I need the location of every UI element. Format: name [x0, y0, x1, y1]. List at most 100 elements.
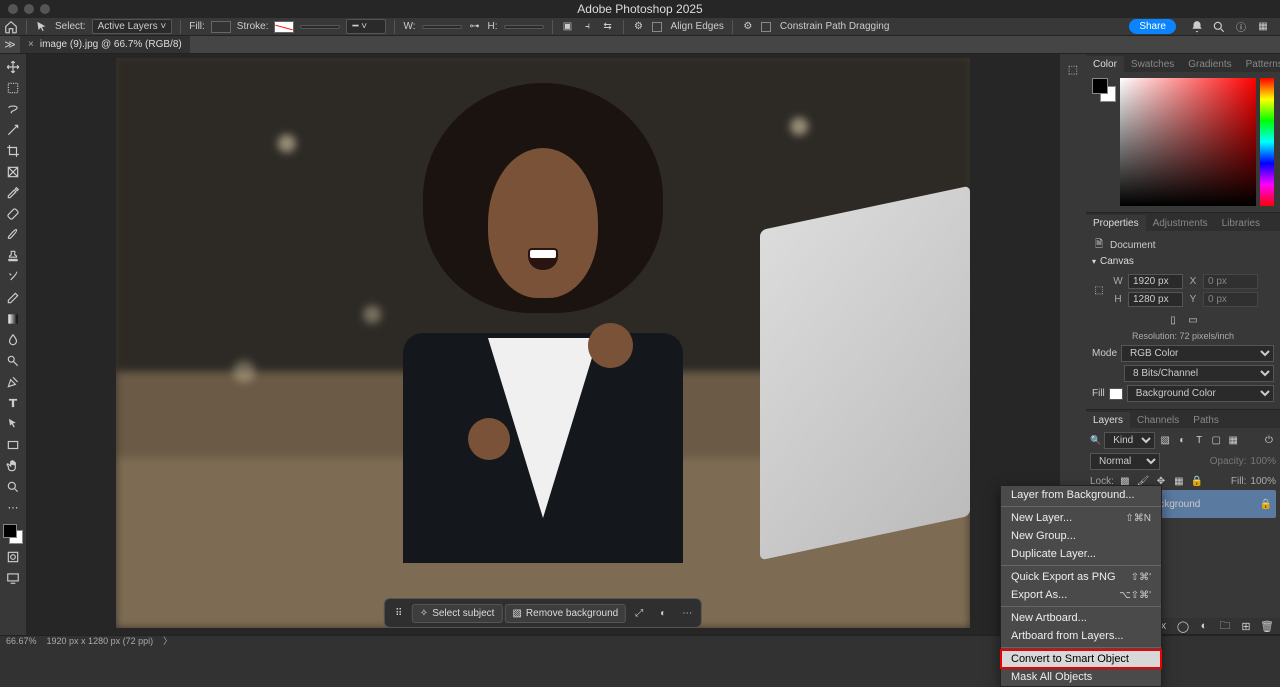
canvas-w-input[interactable] — [1128, 274, 1183, 289]
fill-pct-value[interactable]: 100% — [1250, 476, 1276, 487]
menu-item[interactable]: Mask All Objects — [1001, 668, 1161, 686]
tab-channels[interactable]: Channels — [1130, 412, 1186, 428]
stamp-tool-icon[interactable] — [2, 247, 24, 264]
tab-color[interactable]: Color — [1086, 56, 1124, 72]
layer-lock-icon[interactable]: 🔒 — [1259, 497, 1273, 511]
stroke-width[interactable] — [300, 25, 340, 29]
link-wh-icon[interactable]: ⊶ — [468, 20, 482, 34]
blend-mode-select[interactable]: Normal — [1090, 453, 1160, 470]
more-tools-icon[interactable]: ⋯ — [2, 499, 24, 516]
orientation-icon[interactable]: ⬚ — [1092, 284, 1106, 298]
tab-libraries[interactable]: Libraries — [1215, 215, 1267, 231]
tab-gradients[interactable]: Gradients — [1181, 56, 1238, 72]
eyedropper-tool-icon[interactable] — [2, 184, 24, 201]
healing-tool-icon[interactable] — [2, 205, 24, 222]
filter-pixel-icon[interactable]: ▧ — [1158, 434, 1172, 448]
h-input[interactable] — [504, 25, 544, 29]
gradient-tool-icon[interactable] — [2, 310, 24, 327]
layer-filter-kind[interactable]: Kind — [1104, 432, 1155, 449]
rectangle-tool-icon[interactable] — [2, 436, 24, 453]
doc-tab-toggle[interactable]: ≫ — [0, 38, 20, 51]
hand-tool-icon[interactable] — [2, 457, 24, 474]
menu-item[interactable]: Quick Export as PNG⇧⌘' — [1001, 568, 1161, 586]
menu-item[interactable]: New Artboard... — [1001, 609, 1161, 627]
workspace-icon[interactable]: ▦ — [1256, 20, 1270, 34]
menu-item[interactable]: Layer from Background... — [1001, 486, 1161, 504]
help-icon[interactable]: ⓘ — [1234, 20, 1248, 34]
crop-tool-icon[interactable] — [2, 142, 24, 159]
search-icon[interactable] — [1212, 20, 1226, 34]
canvas-section-header[interactable]: Canvas — [1092, 256, 1274, 267]
menu-item[interactable]: Export As...⌥⇧⌘' — [1001, 586, 1161, 604]
new-layer-icon[interactable]: ⊞ — [1239, 619, 1253, 633]
stroke-swatch[interactable] — [274, 21, 294, 33]
tab-patterns[interactable]: Patterns — [1239, 56, 1280, 72]
color-saturation-field[interactable] — [1120, 78, 1256, 206]
gear-icon-2[interactable]: ⚙ — [741, 20, 755, 34]
quickmask-icon[interactable] — [2, 548, 24, 565]
menu-item[interactable]: New Layer...⇧⌘N — [1001, 509, 1161, 527]
filter-shape-icon[interactable]: ▢ — [1209, 434, 1223, 448]
close-tab-icon[interactable]: × — [28, 39, 34, 50]
constrain-checkbox[interactable] — [761, 22, 771, 32]
remove-background-button[interactable]: ▧Remove background — [504, 604, 626, 623]
filter-smart-icon[interactable]: ▦ — [1226, 434, 1240, 448]
home-icon[interactable] — [4, 20, 18, 34]
zoom-tool-icon[interactable] — [2, 478, 24, 495]
tab-layers[interactable]: Layers — [1086, 412, 1130, 428]
landscape-icon[interactable]: ▭ — [1186, 313, 1200, 327]
color-hue-slider[interactable] — [1260, 78, 1274, 206]
collapsed-panel-icon[interactable]: ⬚ — [1066, 62, 1080, 76]
tab-paths[interactable]: Paths — [1186, 412, 1226, 428]
mask-icon[interactable]: ◯ — [1176, 619, 1190, 633]
arrange-icon[interactable]: ⇆ — [601, 20, 615, 34]
filter-type-icon[interactable]: T — [1192, 434, 1206, 448]
adjustment-layer-icon[interactable]: ◐ — [1197, 619, 1211, 633]
bg-swatch[interactable] — [1109, 388, 1123, 400]
menu-item[interactable]: Artboard from Layers... — [1001, 627, 1161, 645]
depth-select[interactable]: 8 Bits/Channel — [1124, 365, 1274, 382]
filter-toggle-icon[interactable]: ⏻ — [1262, 434, 1276, 448]
opacity-value[interactable]: 100% — [1250, 456, 1276, 467]
document-tab[interactable]: × image (9).jpg @ 66.7% (RGB/8) — [20, 36, 190, 53]
group-icon[interactable]: 🗀 — [1218, 619, 1232, 633]
brush-tool-icon[interactable] — [2, 226, 24, 243]
ctx-more-icon[interactable]: ⋯ — [676, 602, 698, 624]
ctx-drag-icon[interactable]: ⠿ — [388, 602, 410, 624]
menu-item[interactable]: Duplicate Layer... — [1001, 545, 1161, 563]
document-canvas[interactable] — [116, 58, 970, 628]
lock-nest-icon[interactable]: ▦ — [1172, 474, 1186, 488]
lasso-tool-icon[interactable] — [2, 100, 24, 117]
select-dropdown[interactable]: Active Layers ˅ — [92, 19, 173, 34]
delete-layer-icon[interactable]: 🗑 — [1260, 619, 1274, 633]
fill-select[interactable]: Background Color — [1127, 385, 1274, 402]
history-brush-icon[interactable] — [2, 268, 24, 285]
move-tool-icon[interactable] — [2, 58, 24, 75]
window-controls[interactable] — [8, 4, 50, 14]
canvas-h-input[interactable] — [1128, 292, 1183, 307]
stroke-style[interactable]: ━ ˅ — [346, 19, 386, 34]
color-fgbg[interactable] — [1092, 78, 1116, 102]
lock-all-icon[interactable]: 🔒 — [1190, 474, 1204, 488]
mode-select[interactable]: RGB Color — [1121, 345, 1274, 362]
ctx-adjust-icon[interactable]: ◐ — [652, 602, 674, 624]
path-select-tool-icon[interactable] — [2, 415, 24, 432]
ctx-transform-icon[interactable]: ⤢ — [628, 602, 650, 624]
screenmode-icon[interactable] — [2, 569, 24, 586]
menu-item[interactable]: Convert to Smart Object — [1001, 650, 1161, 668]
gear-icon[interactable]: ⚙ — [632, 20, 646, 34]
type-tool-icon[interactable] — [2, 394, 24, 411]
share-button[interactable]: Share — [1129, 19, 1176, 34]
marquee-tool-icon[interactable] — [2, 79, 24, 96]
align-edges-checkbox[interactable] — [652, 22, 662, 32]
canvas-area[interactable]: ⠿ ✧Select subject ▧Remove background ⤢ ◐… — [26, 54, 1060, 635]
frame-tool-icon[interactable] — [2, 163, 24, 180]
status-zoom[interactable]: 66.67% — [6, 636, 37, 646]
align-icon[interactable]: ⫞ — [581, 20, 595, 34]
path-ops-icon[interactable]: ▣ — [561, 20, 575, 34]
w-input[interactable] — [422, 25, 462, 29]
tab-swatches[interactable]: Swatches — [1124, 56, 1181, 72]
blur-tool-icon[interactable] — [2, 331, 24, 348]
dodge-tool-icon[interactable] — [2, 352, 24, 369]
canvas-x-input[interactable] — [1203, 274, 1258, 289]
